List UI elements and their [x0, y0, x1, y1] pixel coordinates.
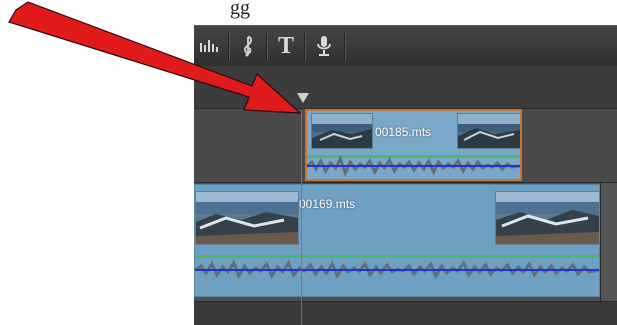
voiceover-mic-icon[interactable] — [308, 30, 340, 62]
timeline-track-2: 00169.mts — [194, 183, 617, 302]
timeline-empty-track — [194, 302, 617, 325]
clip-thumbnail — [311, 113, 373, 149]
playhead-marker-icon[interactable] — [297, 93, 309, 103]
video-editor-panel: T 00185.mts 00169.mts — [194, 25, 617, 325]
audio-levels-icon[interactable] — [194, 30, 226, 62]
caption-fragment: gg — [230, 0, 250, 19]
clip-name: 00169.mts — [299, 197, 356, 211]
timeline-clip[interactable]: 00185.mts — [305, 109, 522, 181]
toolbar-separator — [228, 32, 229, 60]
timeline-track-1: 00185.mts — [194, 109, 617, 183]
playhead-line[interactable] — [301, 110, 302, 325]
toolbar-separator — [266, 32, 267, 60]
timeline-ruler[interactable] — [194, 66, 617, 109]
timeline-clip[interactable]: 00169.mts — [194, 184, 600, 297]
toolbar-separator — [304, 32, 305, 60]
toolbar-separator — [344, 32, 345, 60]
clip-name: 00185.mts — [375, 125, 432, 139]
clip-thumbnail — [457, 113, 520, 149]
music-note-icon[interactable] — [232, 30, 264, 62]
text-tool-glyph: T — [277, 32, 294, 59]
clip-thumbnail — [495, 191, 599, 245]
title-text-icon[interactable]: T — [270, 30, 302, 62]
timeline-toolbar: T — [194, 25, 617, 67]
track-end-strip — [600, 183, 617, 301]
audio-waveform — [195, 255, 599, 280]
clip-thumbnail — [195, 191, 299, 245]
audio-waveform — [307, 155, 520, 177]
